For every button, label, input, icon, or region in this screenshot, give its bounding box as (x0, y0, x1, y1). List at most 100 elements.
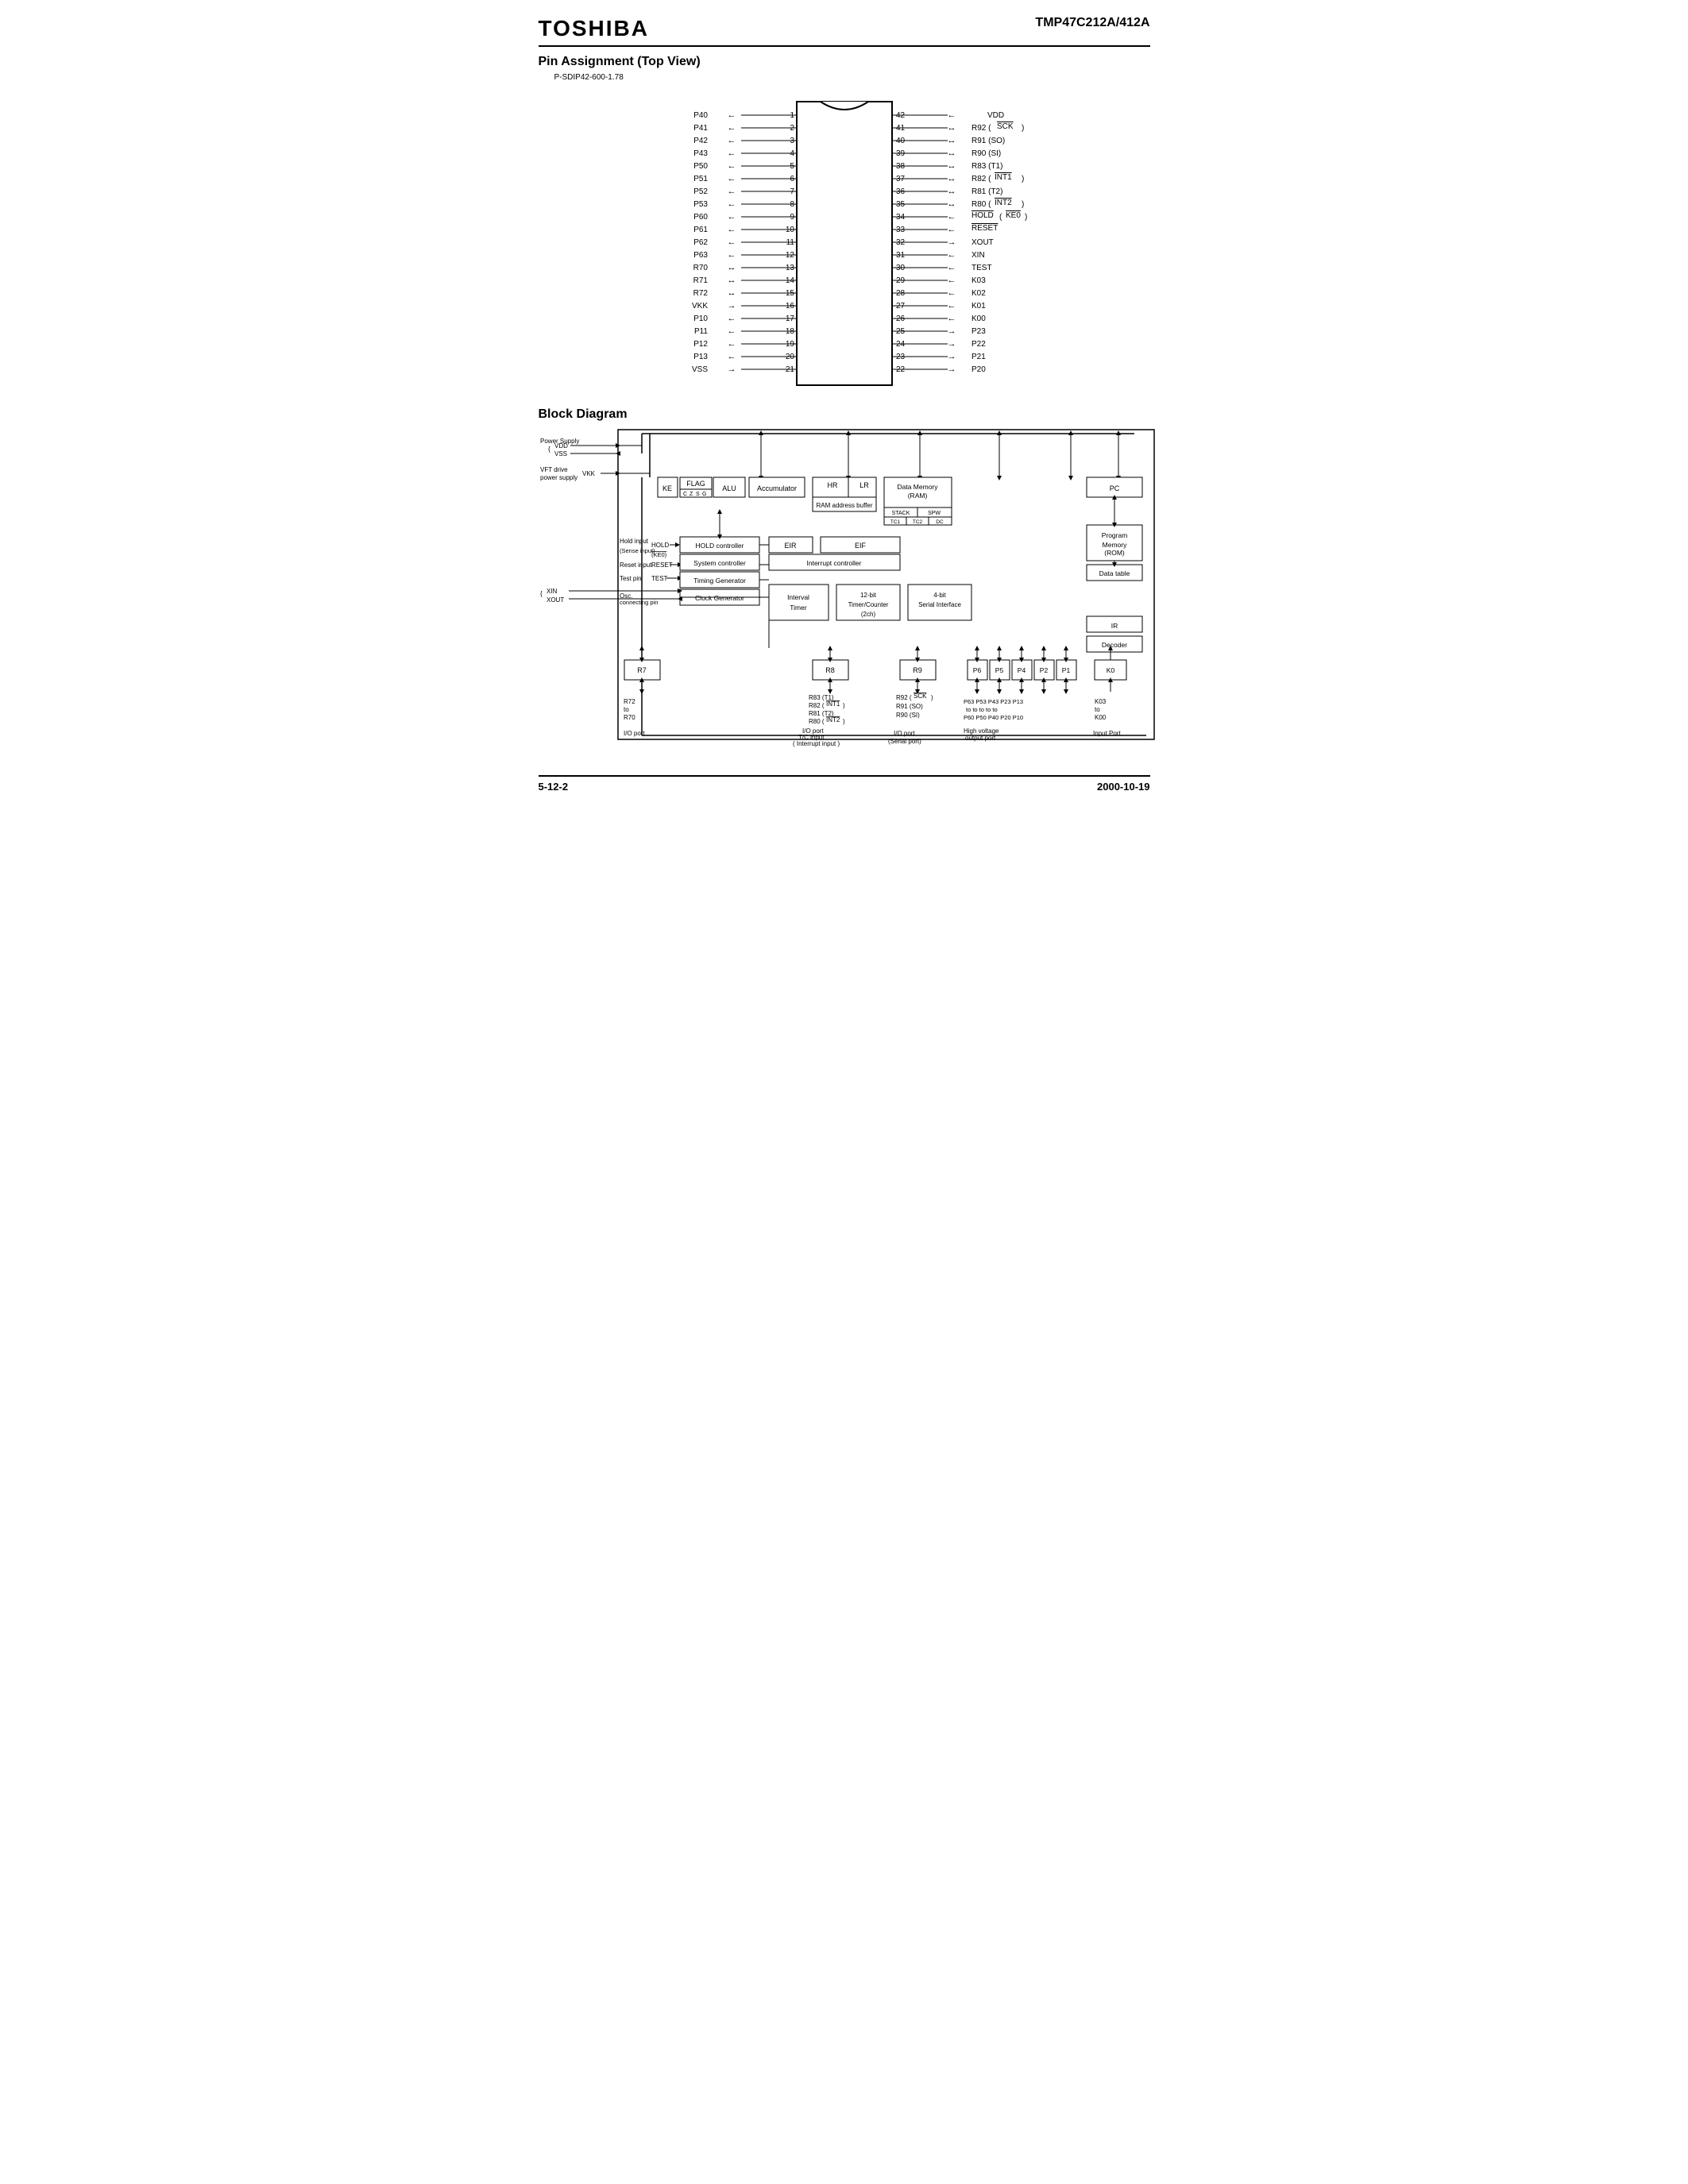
svg-text:P43: P43 (693, 149, 708, 158)
svg-text:→: → (947, 237, 956, 247)
svg-text:XIN: XIN (547, 588, 558, 595)
svg-text:ALU: ALU (722, 484, 736, 492)
svg-text:IR: IR (1111, 622, 1118, 630)
svg-text:←: ← (727, 149, 736, 158)
svg-text:DC: DC (936, 519, 944, 525)
pin-diagram-svg: P40 ← 1 P41 ← 2 P42 ← 3 P43 ← 4 P50 ← 5 (638, 90, 1051, 392)
svg-text:connecting pin: connecting pin (620, 599, 658, 606)
svg-text:FLAG: FLAG (686, 480, 705, 488)
pin-diagram-container: P40 ← 1 P41 ← 2 P42 ← 3 P43 ← 4 P50 ← 5 (539, 90, 1150, 392)
pin-assignment-title: Pin Assignment (Top View) (539, 55, 1150, 69)
svg-text:K00: K00 (971, 314, 986, 323)
page-number: 5-12-2 (539, 781, 569, 793)
svg-text:Timing Generator: Timing Generator (693, 577, 746, 585)
svg-text:←: ← (727, 110, 736, 120)
svg-text:XOUT: XOUT (547, 596, 564, 604)
svg-text:↔: ↔ (947, 123, 956, 133)
svg-text:P60: P60 (693, 213, 708, 222)
svg-text:P10: P10 (693, 314, 708, 323)
svg-text:SPW: SPW (928, 511, 941, 516)
svg-text:K0: K0 (1106, 666, 1114, 674)
svg-text:P40: P40 (693, 111, 708, 120)
svg-text:HOLD: HOLD (651, 542, 669, 549)
svg-text:R70: R70 (693, 264, 708, 272)
svg-text:R80 (: R80 ( (971, 200, 991, 209)
svg-text:←: ← (727, 174, 736, 183)
svg-text:power supply: power supply (540, 474, 577, 481)
svg-text:INT2: INT2 (995, 199, 1012, 207)
svg-text:TC2: TC2 (912, 519, 922, 525)
svg-text:P53: P53 (693, 200, 708, 209)
svg-text:I/O port: I/O port (624, 730, 645, 737)
svg-text:R91 (SO): R91 (SO) (971, 137, 1005, 145)
svg-text:↔: ↔ (947, 187, 956, 196)
svg-text:EIF: EIF (854, 542, 866, 550)
svg-text:←: ← (947, 110, 956, 120)
svg-text:P62: P62 (693, 238, 708, 247)
svg-text:R80 (: R80 ( (809, 718, 825, 725)
svg-text:←: ← (727, 199, 736, 209)
svg-text:←: ← (727, 339, 736, 349)
svg-text:VKK: VKK (691, 302, 707, 311)
svg-text:↔: ↔ (947, 174, 956, 183)
svg-text:XOUT: XOUT (971, 238, 994, 247)
svg-text:→: → (947, 365, 956, 374)
svg-text:Interrupt controller: Interrupt controller (806, 559, 861, 567)
svg-text:K02: K02 (971, 289, 986, 298)
svg-text:INT2: INT2 (826, 716, 840, 723)
svg-text:P41: P41 (693, 124, 708, 133)
svg-text:P5: P5 (995, 666, 1003, 674)
svg-text:KE0: KE0 (1006, 211, 1021, 220)
svg-text:R81 (T2): R81 (T2) (971, 187, 1002, 196)
svg-text:P20: P20 (971, 365, 986, 374)
svg-text:): ) (843, 702, 845, 709)
pin-assignment-section: Pin Assignment (Top View) P-SDIP42-600-1… (539, 55, 1150, 392)
svg-text:HOLD: HOLD (971, 211, 994, 220)
svg-text:TEST: TEST (971, 264, 992, 272)
svg-text:R92 (: R92 ( (971, 124, 991, 133)
svg-text:{: { (548, 446, 550, 453)
svg-text:←: ← (727, 161, 736, 171)
model-number: TMP47C212A/412A (1035, 16, 1149, 30)
toshiba-logo: TOSHIBA (539, 16, 650, 41)
svg-text:): ) (1022, 175, 1024, 183)
svg-text:VFT drive: VFT drive (540, 466, 568, 473)
svg-text:KE: KE (662, 484, 671, 492)
svg-text:( Interrupt input ): ( Interrupt input ) (793, 740, 840, 747)
svg-text:VKK: VKK (582, 470, 596, 477)
block-diagram-title: Block Diagram (539, 407, 1150, 422)
svg-text:R72: R72 (693, 289, 708, 298)
page-footer: 5-12-2 2000-10-19 (539, 775, 1150, 793)
svg-text:P1: P1 (1061, 666, 1070, 674)
svg-text:K03: K03 (971, 276, 986, 285)
svg-text:TC1: TC1 (890, 519, 900, 525)
svg-text:R90 (SI): R90 (SI) (971, 149, 1001, 158)
svg-text:(RAM): (RAM) (907, 492, 927, 500)
svg-text:Input Port: Input Port (1093, 730, 1121, 737)
svg-text:←: ← (947, 301, 956, 311)
svg-text:R82 (: R82 ( (971, 175, 991, 183)
svg-text:System controller: System controller (693, 559, 746, 567)
svg-text:↔: ↔ (727, 263, 736, 272)
svg-text:LR: LR (859, 481, 869, 489)
svg-text:): ) (1025, 213, 1027, 222)
svg-text:R7: R7 (637, 666, 647, 674)
svg-text:→: → (727, 301, 736, 311)
svg-text:P22: P22 (971, 340, 986, 349)
svg-text:INT1: INT1 (995, 173, 1012, 182)
svg-text:K00: K00 (1095, 714, 1107, 721)
svg-text:Clock Generator: Clock Generator (695, 594, 744, 602)
svg-text:I/O port: I/O port (894, 730, 915, 737)
svg-text:): ) (1022, 124, 1024, 133)
svg-text:to to to to to: to to to to to (966, 706, 998, 713)
svg-text:↔: ↔ (947, 161, 956, 171)
block-diagram-section: Block Diagram Power Supply { VDD VSS VFT… (539, 407, 1150, 767)
svg-text:←: ← (947, 250, 956, 260)
svg-text:P21: P21 (971, 353, 986, 361)
svg-text:): ) (843, 718, 845, 725)
svg-text:→: → (727, 365, 736, 374)
svg-text:R8: R8 (825, 666, 835, 674)
svg-text:(ROM): (ROM) (1104, 549, 1125, 557)
svg-text:EIR: EIR (784, 542, 797, 550)
svg-text:(Sense input): (Sense input) (620, 547, 655, 554)
